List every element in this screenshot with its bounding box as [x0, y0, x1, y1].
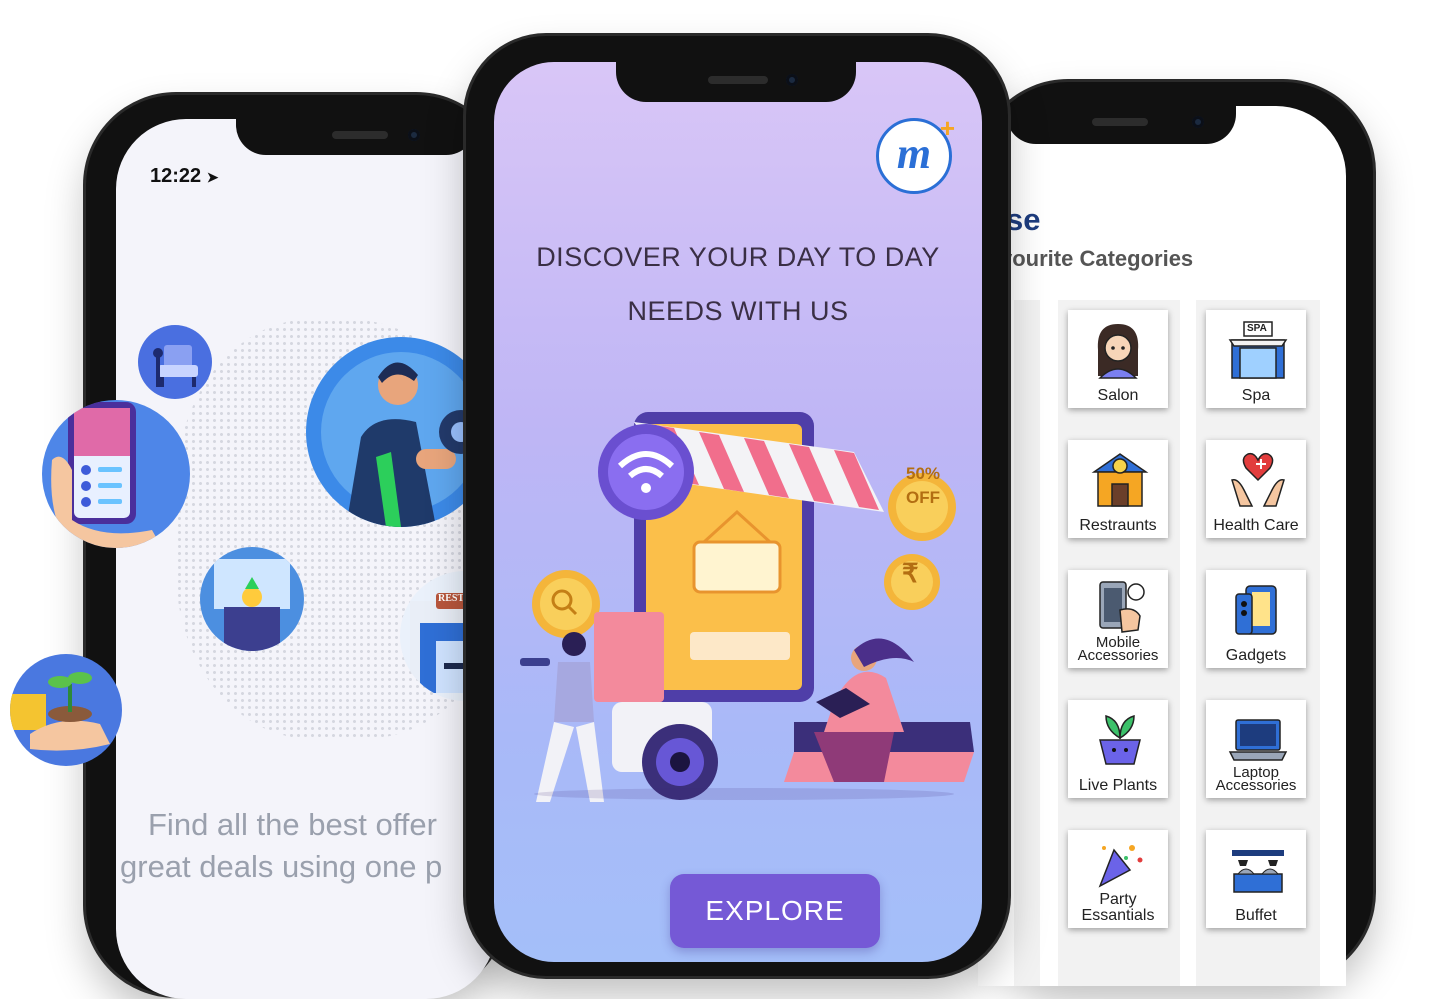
restaurant-icon [1091, 453, 1149, 507]
health-care-icon [1231, 452, 1285, 507]
category-label-line2: Accessories [1077, 647, 1159, 664]
discount-badge-off: OFF [906, 488, 940, 507]
category-mobile-accessories[interactable]: Mobile Accessories [1068, 570, 1168, 668]
category-label: Mobile Accessories [1077, 635, 1159, 668]
category-spa[interactable]: SPA Spa [1206, 310, 1306, 408]
category-label: Salon [1097, 387, 1139, 404]
plant-circle [10, 654, 122, 766]
salon-icon [1097, 324, 1139, 379]
gadgets-icon [1235, 585, 1277, 635]
status-time: 12:22 ➤ [150, 165, 218, 188]
headline-line-2: NEEDS WITH US [627, 296, 849, 326]
category-label: Spa [1241, 387, 1271, 404]
furniture-circle [138, 325, 212, 399]
clothing-icon [214, 559, 290, 651]
category-health-care[interactable]: Health Care [1206, 440, 1306, 538]
right-phone-notch [1006, 106, 1236, 144]
category-label: Laptop Accessories [1215, 765, 1297, 798]
mobile-app-circle [42, 400, 190, 548]
logo-letter: m [896, 128, 932, 178]
tagline-line-2: great deals using one p [120, 849, 443, 884]
explore-button-label: EXPLORE [705, 895, 845, 926]
shopping-illustration [520, 412, 974, 802]
mobile-accessories-icon [1099, 581, 1145, 633]
live-plants-icon [1099, 715, 1141, 765]
hand-phone-icon [51, 402, 162, 548]
category-label: Buffet [1235, 907, 1277, 924]
category-salon[interactable]: Salon [1068, 310, 1168, 408]
spa-sign: SPA [1247, 323, 1267, 334]
categories-subtitle: vourite Categories [1000, 246, 1194, 271]
clothing-circle [200, 547, 304, 651]
app-logo: m + [876, 113, 955, 194]
category-label: Health Care [1213, 517, 1299, 534]
right-phone-mockup: se vourite Categories s s or Salon [978, 82, 1373, 986]
left-phone-notch [236, 119, 476, 155]
category-label: Restraunts [1079, 517, 1157, 534]
category-laptop-accessories[interactable]: Laptop Accessories [1206, 700, 1306, 798]
category-live-plants[interactable]: Live Plants [1068, 700, 1168, 798]
plant-hand-icon [10, 672, 110, 751]
party-icon [1098, 845, 1143, 888]
center-phone-mockup: m + DISCOVER YOUR DAY TO DAY NEEDS WITH … [466, 36, 1008, 976]
category-restraunts[interactable]: Restraunts [1068, 440, 1168, 538]
status-time-text: 12:22 [150, 165, 202, 187]
category-label: Gadgets [1225, 647, 1287, 664]
center-phone-notch [616, 62, 856, 102]
buffet-icon [1232, 850, 1284, 893]
laptop-icon [1228, 719, 1288, 761]
left-phone-screen: 12:22 ➤ RESTA Find all the best offer gr… [116, 119, 496, 999]
headline-line-1: DISCOVER YOUR DAY TO DAY [536, 242, 940, 272]
explore-button[interactable]: EXPLORE [670, 874, 880, 948]
tagline-line-1: Find all the best offer [148, 807, 437, 842]
rupee-coin-symbol: ₹ [902, 558, 919, 588]
left-column-bg [1014, 300, 1040, 986]
center-phone-screen: m + DISCOVER YOUR DAY TO DAY NEEDS WITH … [494, 62, 982, 962]
category-label: Live Plants [1078, 777, 1158, 794]
category-buffet[interactable]: Buffet [1206, 830, 1306, 928]
category-label-line1: Party [1099, 891, 1137, 908]
category-gadgets[interactable]: Gadgets [1206, 570, 1306, 668]
category-label: Party Essantials [1082, 892, 1155, 928]
category-label-line2: Accessories [1215, 777, 1297, 794]
discount-badge-percent: 50% [906, 464, 941, 483]
chair-icon [153, 345, 198, 387]
location-arrow-icon: ➤ [206, 169, 219, 185]
categories-title: se [1006, 202, 1041, 237]
right-phone-screen: se vourite Categories s s or Salon [978, 106, 1346, 986]
left-phone-mockup: 12:22 ➤ RESTA Find all the best offer gr… [86, 95, 506, 999]
category-label-line2: Essantials [1081, 907, 1155, 924]
category-party-essantials[interactable]: Party Essantials [1068, 830, 1168, 928]
logo-plus-icon: + [939, 113, 955, 143]
